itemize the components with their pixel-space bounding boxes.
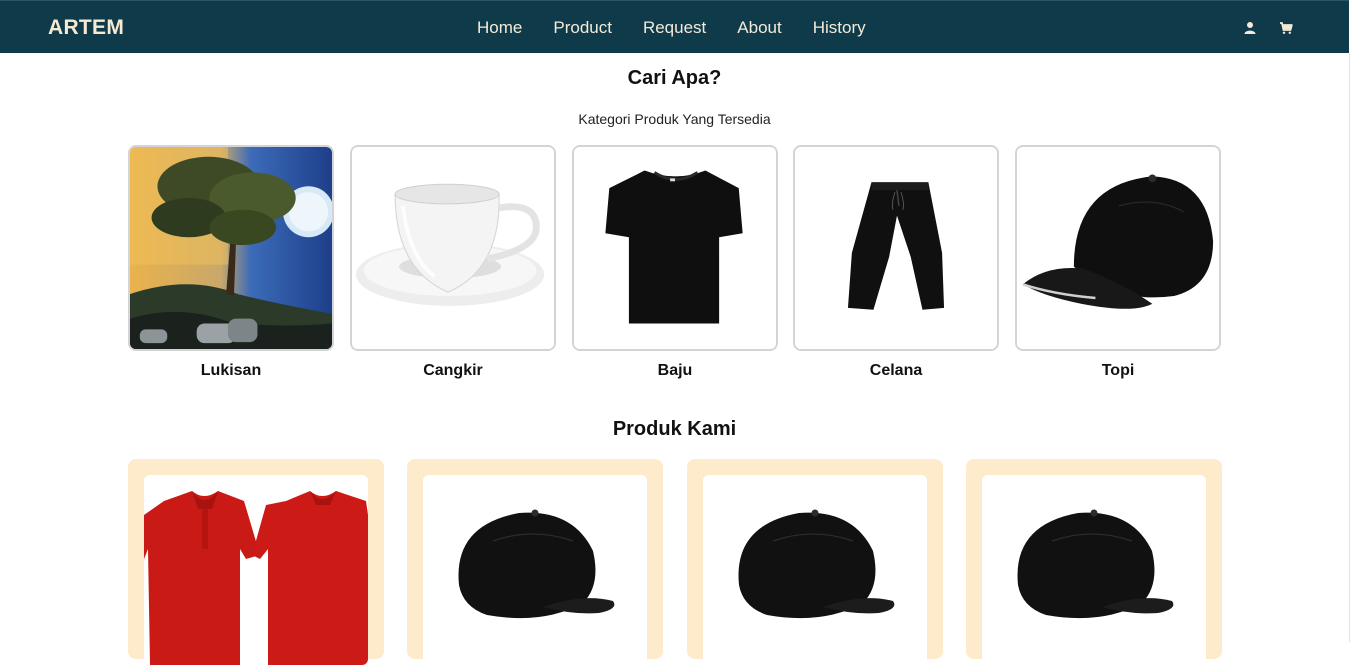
top-navbar: ARTEM Home Product Request About History <box>0 0 1349 53</box>
category-card-cangkir[interactable] <box>350 145 556 351</box>
product-image <box>144 475 368 665</box>
product-card[interactable] <box>687 459 943 665</box>
cart-icon[interactable] <box>1279 21 1293 35</box>
category-card-baju[interactable] <box>572 145 778 351</box>
product-card[interactable] <box>128 459 384 665</box>
categories-title: Cari Apa? <box>627 67 722 89</box>
cap-image <box>703 475 927 665</box>
tshirt-image <box>574 147 776 349</box>
category-label-celana: Celana <box>869 362 923 379</box>
user-icon[interactable] <box>1243 21 1257 35</box>
categories-subtitle: Kategori Produk Yang Tersedia <box>578 111 771 127</box>
product-card[interactable] <box>966 459 1222 665</box>
nav-request[interactable]: Request <box>643 18 706 38</box>
category-label-cangkir: Cangkir <box>423 362 483 379</box>
product-image <box>982 475 1206 665</box>
category-label-baju: Baju <box>657 362 693 379</box>
nav-product[interactable]: Product <box>553 18 612 38</box>
nav-about[interactable]: About <box>737 18 781 38</box>
category-label-topi: Topi <box>1101 362 1135 379</box>
brand-logo[interactable]: ARTEM <box>48 16 124 40</box>
pants-image <box>795 147 997 349</box>
red-polo-image <box>144 475 368 665</box>
cup-image <box>352 147 554 349</box>
nav-history[interactable]: History <box>813 18 866 38</box>
category-card-lukisan[interactable] <box>128 145 334 351</box>
category-card-celana[interactable] <box>793 145 999 351</box>
products-title: Produk Kami <box>612 418 737 440</box>
main-nav: Home Product Request About History <box>477 18 897 38</box>
nav-home[interactable]: Home <box>477 18 522 38</box>
product-card[interactable] <box>407 459 663 665</box>
product-image <box>423 475 647 665</box>
painting-image <box>130 147 332 349</box>
category-card-topi[interactable] <box>1015 145 1221 351</box>
category-label-lukisan: Lukisan <box>200 362 262 379</box>
cap-image <box>982 475 1206 665</box>
product-image <box>703 475 927 665</box>
cap-image <box>1017 147 1219 349</box>
cap-image <box>423 475 647 665</box>
